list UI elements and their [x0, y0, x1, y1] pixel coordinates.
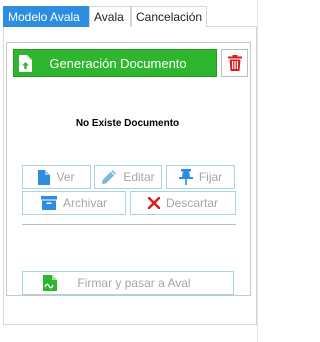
tab-cancelacion[interactable]: Cancelación [131, 6, 207, 27]
tab-avala[interactable]: Avala [89, 6, 131, 27]
archivar-button[interactable]: Archivar [22, 191, 126, 215]
tab-modelo-avala[interactable]: Modelo Avala [3, 6, 89, 27]
section-divider [22, 224, 236, 225]
firmar-pasar-aval-button[interactable]: Firmar y pasar a Aval [22, 271, 234, 295]
pencil-icon [101, 169, 117, 185]
trash-icon [227, 55, 242, 71]
file-upload-icon [18, 54, 32, 72]
descartar-button[interactable]: Descartar [130, 191, 236, 215]
firmar-label: Firmar y pasar a Aval [77, 276, 191, 290]
fijar-button[interactable]: Fijar [166, 165, 235, 189]
file-icon [38, 169, 51, 185]
document-status-text: No Existe Documento [75, 118, 180, 129]
generate-document-label: Generación Documento [49, 55, 187, 71]
delete-document-button[interactable] [221, 49, 248, 77]
editar-label: Editar [123, 170, 155, 184]
editar-button[interactable]: Editar [94, 165, 162, 189]
fijar-label: Fijar [198, 170, 223, 184]
ver-button[interactable]: Ver [22, 165, 91, 189]
x-icon [147, 197, 160, 209]
ver-label: Ver [56, 170, 75, 184]
window-edge [257, 0, 258, 342]
generate-document-button[interactable]: Generación Documento [13, 49, 217, 77]
archive-icon [40, 196, 57, 210]
signature-icon [43, 275, 57, 291]
pin-icon [178, 169, 193, 185]
descartar-label: Descartar [165, 196, 218, 210]
archivar-label: Archivar [62, 196, 107, 210]
